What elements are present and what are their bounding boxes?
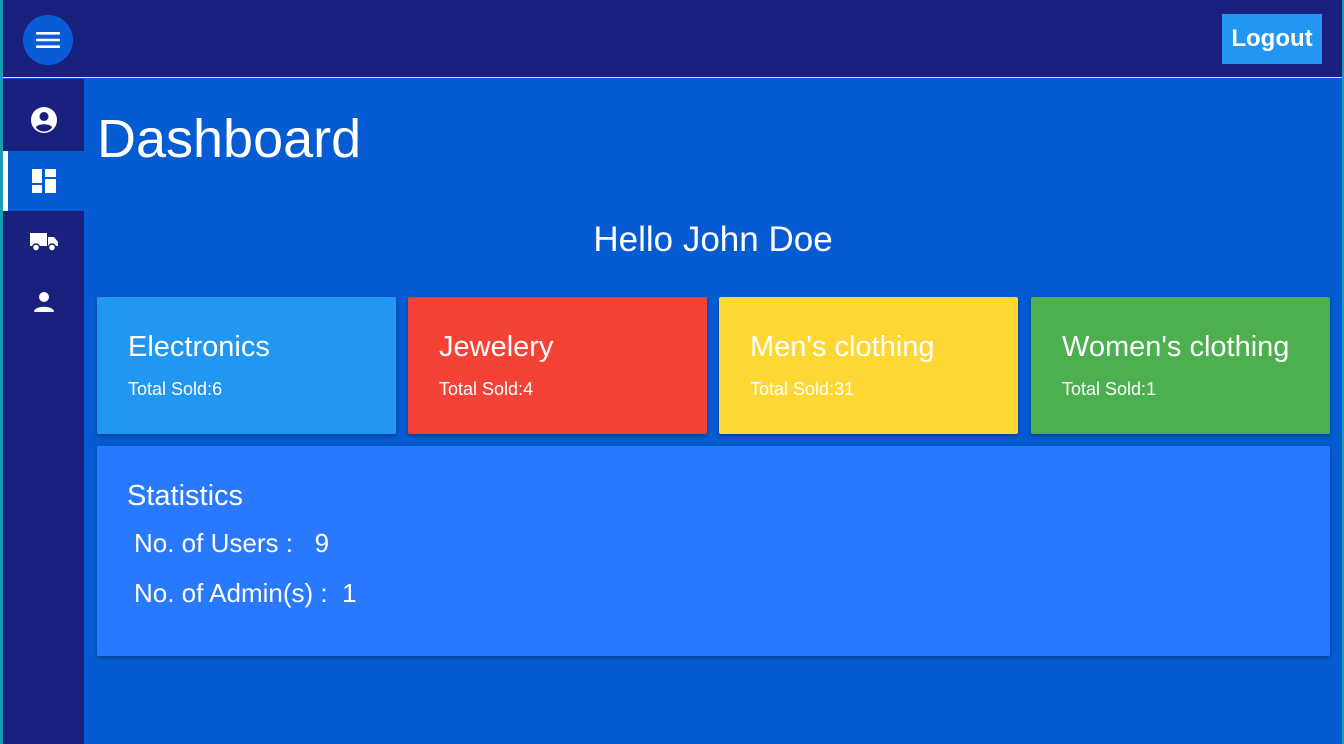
menu-button[interactable] (23, 15, 73, 65)
users-value: 9 (314, 528, 330, 558)
category-card-mens-clothing: Men's clothing Total Sold:31 (719, 297, 1018, 434)
total-sold-value: 1 (1146, 379, 1157, 399)
card-total-sold: Total Sold:4 (439, 379, 533, 400)
users-label: No. of Users : (134, 528, 293, 558)
account-circle-icon (30, 107, 57, 133)
greeting-text: Hello John Doe (593, 220, 833, 259)
window-left-border (0, 0, 3, 744)
card-title: Jewelery (439, 331, 554, 363)
card-title: Men's clothing (750, 331, 935, 363)
page-title: Dashboard (97, 109, 362, 169)
total-sold-value: 31 (834, 379, 855, 399)
total-sold-label: Total Sold: (1062, 379, 1147, 399)
total-sold-value: 4 (523, 379, 534, 399)
sidebar-item-shipping[interactable] (3, 211, 84, 271)
category-card-jewelery: Jewelery Total Sold:4 (408, 297, 707, 434)
logout-button[interactable]: Logout (1222, 14, 1322, 64)
admins-value: 1 (342, 578, 357, 608)
total-sold-value: 6 (212, 379, 223, 399)
category-card-womens-clothing: Women's clothing Total Sold:1 (1031, 297, 1330, 434)
sidebar-item-profile[interactable] (3, 272, 84, 332)
person-icon (33, 292, 54, 312)
admins-count-row: No. of Admin(s) : 1 (134, 578, 357, 609)
card-title: Electronics (128, 331, 270, 363)
admins-label: No. of Admin(s) : (134, 578, 328, 608)
sidebar (0, 79, 84, 744)
card-total-sold: Total Sold:1 (1062, 379, 1156, 400)
dashboard-icon (31, 169, 56, 193)
total-sold-label: Total Sold: (128, 379, 213, 399)
menu-icon (36, 32, 60, 48)
users-count-row: No. of Users : 9 (134, 528, 329, 559)
truck-icon (29, 233, 58, 252)
card-title: Women's clothing (1062, 331, 1290, 363)
total-sold-label: Total Sold: (439, 379, 524, 399)
statistics-title: Statistics (127, 480, 244, 512)
statistics-panel: Statistics No. of Users : 9 No. of Admin… (97, 446, 1330, 656)
sidebar-item-account[interactable] (3, 90, 84, 150)
card-total-sold: Total Sold:6 (128, 379, 222, 400)
sidebar-item-dashboard[interactable] (3, 151, 84, 211)
total-sold-label: Total Sold: (750, 379, 835, 399)
category-card-electronics: Electronics Total Sold:6 (97, 297, 396, 434)
card-total-sold: Total Sold:31 (750, 379, 854, 400)
app-bar: Logout (0, 0, 1344, 78)
